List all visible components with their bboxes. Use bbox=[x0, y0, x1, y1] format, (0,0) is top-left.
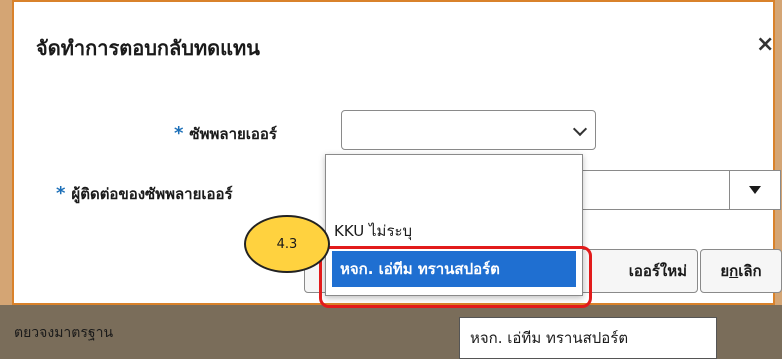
dropdown-option-kku[interactable]: KKU ไม่ระบุ bbox=[334, 219, 412, 243]
highlight-annotation bbox=[319, 246, 592, 308]
required-marker: * bbox=[56, 183, 66, 204]
caret-down-icon bbox=[749, 186, 761, 194]
cancel-label-mnemonic: ก bbox=[729, 262, 739, 280]
step-badge: 4.3 bbox=[244, 215, 330, 273]
required-marker: * bbox=[174, 123, 184, 144]
supplier-contact-label: * ผู้ติดต่อของซัพพลายเออร์ bbox=[56, 182, 233, 206]
supplier-label-text: ซัพพลายเออร์ bbox=[189, 125, 277, 143]
dialog-title: จัดทำการตอบกลับทดแทน bbox=[36, 36, 260, 60]
supplier-contact-dropdown-button[interactable] bbox=[729, 170, 781, 210]
cancel-label-suffix: เลิก bbox=[738, 262, 762, 280]
supplier-contact-label-text: ผู้ติดต่อของซัพพลายเออร์ bbox=[71, 185, 233, 203]
supplier-select[interactable] bbox=[341, 110, 596, 150]
chevron-down-icon bbox=[572, 121, 588, 137]
background-partial-text: ตยวจงมาตรฐาน bbox=[14, 325, 114, 341]
cancel-button[interactable]: ยกเลิก bbox=[700, 249, 782, 293]
tooltip: หจก. เอ่ทีม ทรานสปอร์ต bbox=[459, 317, 717, 359]
new-supplier-button-label: เออร์ใหม่ bbox=[628, 262, 687, 280]
supplier-label: * ซัพพลายเออร์ bbox=[174, 122, 277, 146]
cancel-label-prefix: ย bbox=[720, 262, 730, 280]
close-icon[interactable]: × bbox=[756, 32, 774, 57]
